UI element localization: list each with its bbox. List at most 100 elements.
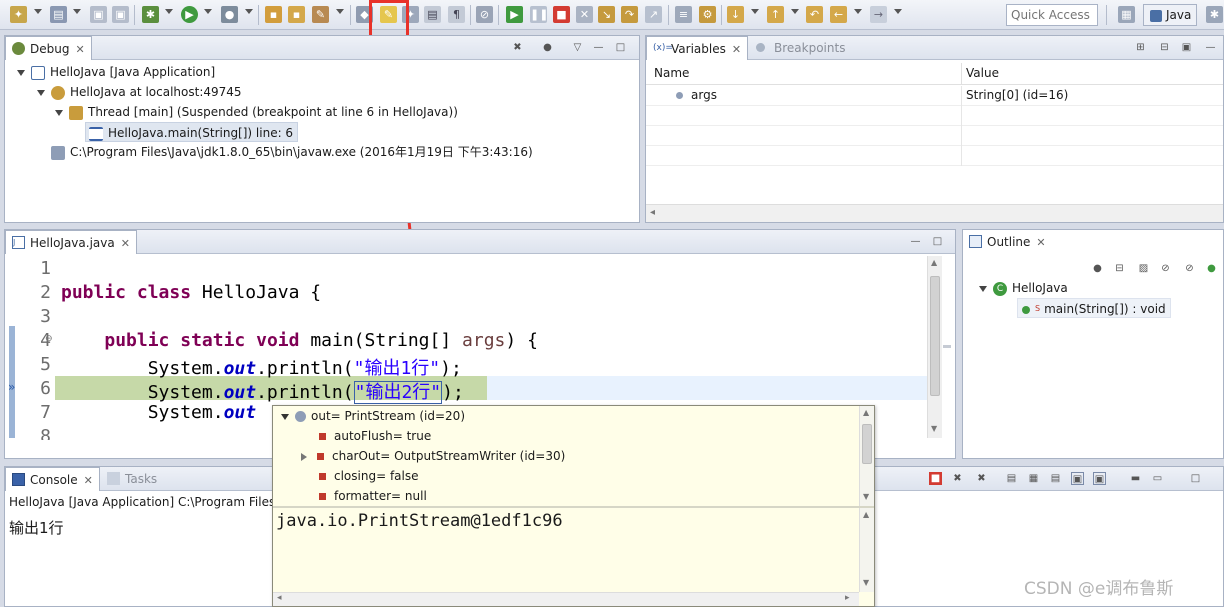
save-all-icon[interactable]: ▣ <box>112 6 129 23</box>
tab-outline[interactable]: Outline ✕ <box>963 230 1052 254</box>
expand-icon[interactable] <box>55 109 63 116</box>
step-over-icon[interactable]: ↷ <box>621 6 638 23</box>
code-line-5[interactable]: System.out.println("输出1行"); <box>61 354 462 380</box>
outline-item-class[interactable]: C HelloJava <box>979 278 1068 298</box>
hide-static-icon[interactable]: ⊘ <box>1159 262 1172 275</box>
tab-variables[interactable]: (x)= Variables ✕ <box>646 36 749 60</box>
forward-dropdown-icon[interactable] <box>894 9 902 14</box>
forward-icon[interactable]: → <box>870 6 887 23</box>
tab-hellojava-java[interactable]: J HelloJava.java ✕ <box>5 230 137 254</box>
maximize-icon[interactable]: □ <box>614 41 627 54</box>
tab-console[interactable]: Console ✕ <box>5 467 100 491</box>
tab-tasks[interactable]: Tasks <box>101 467 163 491</box>
new-package-dropdown-icon[interactable] <box>73 9 81 14</box>
inspect-root-item[interactable]: out= PrintStream (id=20) <box>281 406 465 426</box>
terminate-icon[interactable]: ■ <box>929 472 942 485</box>
back-dropdown-icon[interactable] <box>854 9 862 14</box>
sort-icon[interactable]: ⊟ <box>1113 262 1126 275</box>
code-line-6[interactable]: System.out.println("输出2行"); <box>61 378 464 404</box>
quick-access-input[interactable] <box>1006 4 1098 26</box>
scroll-left-icon[interactable]: ◂ <box>650 207 655 218</box>
open-perspective-icon[interactable]: ▦ <box>1118 6 1135 23</box>
outline-item-method[interactable]: Smain(String[]) : void <box>1017 298 1171 318</box>
remove-all-terminated-icon[interactable]: ✖ <box>975 472 988 485</box>
inspect-tree-scrollbar[interactable]: ▲ ▼ <box>859 406 874 506</box>
use-step-filters-icon[interactable]: ⚙ <box>699 6 716 23</box>
next-annotation-icon[interactable]: ↓ <box>727 6 744 23</box>
previous-annotation-dropdown-icon[interactable] <box>791 9 799 14</box>
minimize-icon[interactable]: — <box>1204 41 1217 54</box>
code-line-2[interactable]: public class HelloJava { <box>61 282 321 303</box>
hide-local-types-icon[interactable]: ● <box>1205 262 1218 275</box>
close-icon[interactable]: ✕ <box>75 43 84 56</box>
search-icon[interactable]: ✎ <box>312 6 329 23</box>
collapse-all-icon[interactable]: ⊟ <box>1158 41 1171 54</box>
drop-to-frame-icon[interactable]: ≡ <box>675 6 692 23</box>
debug-icon[interactable]: ✱ <box>142 6 159 23</box>
scroll-down-icon[interactable]: ▼ <box>931 424 937 433</box>
tab-debug[interactable]: Debug ✕ <box>5 36 92 60</box>
next-annotation-dropdown-icon[interactable] <box>751 9 759 14</box>
new-icon[interactable]: ✦ <box>10 6 27 23</box>
new-dropdown-icon[interactable] <box>34 9 42 14</box>
tree-item-thread[interactable]: Thread [main] (Suspended (breakpoint at … <box>55 102 458 122</box>
tree-item-vm[interactable]: HelloJava at localhost:49745 <box>37 82 242 102</box>
minimize-icon[interactable]: — <box>592 41 605 54</box>
close-icon[interactable]: ✕ <box>1036 236 1045 249</box>
inspect-horizontal-scrollbar[interactable]: ◂ ▸ <box>273 592 859 606</box>
column-header-value[interactable]: Value <box>966 66 999 80</box>
table-row[interactable]: args String[0] (id=16) <box>646 86 1223 106</box>
back-icon[interactable]: ← <box>830 6 847 23</box>
expand-icon[interactable] <box>979 285 987 292</box>
last-edit-icon[interactable]: ↶ <box>806 6 823 23</box>
show-on-stdout-icon[interactable]: ▣ <box>1071 472 1084 485</box>
terminate-icon[interactable]: ■ <box>553 6 570 23</box>
external-tools-dropdown-icon[interactable] <box>245 9 253 14</box>
block-selection-icon[interactable]: ▤ <box>424 6 441 23</box>
scroll-up-icon[interactable]: ▲ <box>863 510 869 519</box>
close-icon[interactable]: ✕ <box>121 237 130 250</box>
show-whitespace-icon[interactable]: ¶ <box>448 6 465 23</box>
step-into-icon[interactable]: ↘ <box>598 6 615 23</box>
collapse-all-icon[interactable]: ● <box>541 41 554 54</box>
scroll-lock-icon[interactable]: ▦ <box>1027 472 1040 485</box>
expand-icon[interactable] <box>37 89 45 96</box>
view-menu-icon[interactable]: ▣ <box>1180 41 1193 54</box>
pin-console-icon[interactable]: ▬ <box>1129 472 1142 485</box>
word-wrap-icon[interactable]: ▤ <box>1049 472 1062 485</box>
show-on-stderr-icon[interactable]: ▣ <box>1093 472 1106 485</box>
clear-console-icon[interactable]: ▤ <box>1005 472 1018 485</box>
scroll-thumb[interactable] <box>930 276 940 396</box>
expand-icon[interactable] <box>301 452 307 461</box>
editor-vertical-scrollbar[interactable]: ▲ ▼ <box>927 256 942 438</box>
inspect-child-item[interactable]: formatter= null <box>319 486 427 506</box>
code-line-7[interactable]: System.out <box>61 402 256 423</box>
remove-launch-icon[interactable]: ✖ <box>951 472 964 485</box>
tree-item-launch[interactable]: HelloJava [Java Application] <box>17 62 215 82</box>
scroll-left-icon[interactable]: ◂ <box>277 593 282 603</box>
scroll-down-icon[interactable]: ▼ <box>863 578 869 587</box>
remove-terminated-icon[interactable]: ✖ <box>511 41 524 54</box>
scroll-right-icon[interactable]: ▸ <box>845 593 850 603</box>
open-type-icon[interactable]: ▪ <box>265 6 282 23</box>
search-dropdown-icon[interactable] <box>336 9 344 14</box>
java-perspective-button[interactable]: Java <box>1143 4 1198 26</box>
code-line-4[interactable]: public static void main(String[] args) { <box>61 330 538 351</box>
inspect-detail-text[interactable]: java.io.PrintStream@1edf1c96 <box>276 511 563 531</box>
disconnect-icon[interactable]: ✕ <box>576 6 593 23</box>
horizontal-scrollbar[interactable]: ◂ <box>646 204 1223 222</box>
scroll-thumb[interactable] <box>862 424 872 464</box>
open-console-icon[interactable]: □ <box>1189 472 1202 485</box>
fold-icon[interactable]: ⊖ <box>45 334 53 344</box>
view-menu-icon[interactable]: ▽ <box>571 41 584 54</box>
close-icon[interactable]: ✕ <box>732 43 741 56</box>
run-dropdown-icon[interactable] <box>204 9 212 14</box>
scroll-up-icon[interactable]: ▲ <box>863 408 869 417</box>
inspect-child-item[interactable]: closing= false <box>319 466 419 486</box>
tree-item-process[interactable]: C:\Program Files\Java\jdk1.8.0_65\bin\ja… <box>51 142 533 162</box>
debug-dropdown-icon[interactable] <box>165 9 173 14</box>
previous-annotation-icon[interactable]: ↑ <box>767 6 784 23</box>
tab-breakpoints[interactable]: Breakpoints <box>750 36 851 60</box>
tree-item-stack-frame[interactable]: HelloJava.main(String[]) line: 6 <box>85 122 299 142</box>
expand-icon[interactable] <box>281 413 289 420</box>
